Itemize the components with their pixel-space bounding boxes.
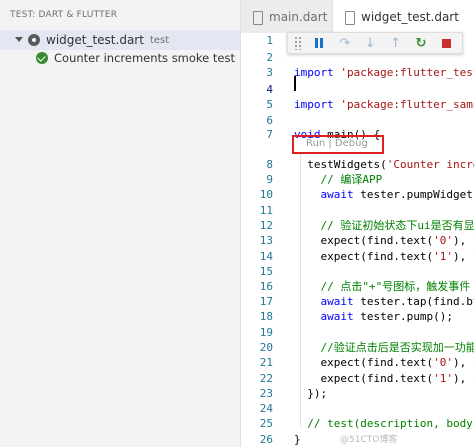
- line-number: 15: [259, 265, 273, 278]
- code-line: 5 import 'package:flutter_sampl: [240, 97, 474, 112]
- file-icon: [343, 10, 355, 25]
- highlight-box: [292, 135, 384, 154]
- code-text: }: [294, 433, 301, 446]
- tab-widget-test-dart[interactable]: widget_test.dart: [333, 0, 474, 33]
- tab-label: widget_test.dart: [361, 9, 459, 24]
- code-text: await tester.pump();: [294, 310, 453, 323]
- line-number: 6: [266, 114, 273, 127]
- code-text: expect(find.text('1'), fi: [294, 372, 474, 385]
- code-text: expect(find.text('1'), fi: [294, 250, 474, 263]
- code-line: 4: [240, 82, 474, 97]
- code-text: // 编译APP: [294, 173, 383, 186]
- line-number: 23: [259, 387, 273, 400]
- code-text: expect(find.text('0'), fi: [294, 356, 474, 369]
- code-line: 11: [240, 203, 474, 218]
- chevron-down-icon[interactable]: [14, 35, 24, 45]
- code-line: 2: [240, 50, 474, 65]
- tab-main-dart[interactable]: main.dart: [241, 0, 333, 33]
- file-icon: [251, 10, 263, 25]
- line-number: 26: [259, 433, 273, 446]
- line-number: 16: [259, 280, 273, 293]
- code-line: 17 await tester.tap(find.byI: [240, 294, 474, 309]
- code-text: });: [294, 387, 328, 400]
- code-text: // 验证初始状态下ui是否有显: [294, 219, 474, 232]
- line-number: 25: [259, 417, 273, 430]
- tab-label: main.dart: [269, 9, 328, 24]
- code-text: // test(description, body);: [294, 417, 474, 430]
- watermark: @51CTO博客: [340, 435, 398, 445]
- code-line: 18 await tester.pump();: [240, 309, 474, 324]
- sidebar-header: TEST: DART & FLUTTER: [10, 10, 118, 20]
- line-number: 22: [259, 372, 273, 385]
- code-line: 14 expect(find.text('1'), fi: [240, 249, 474, 264]
- line-number: 4: [266, 83, 273, 96]
- code-line: 19: [240, 325, 474, 340]
- test-file-name: widget_test.dart: [46, 33, 144, 47]
- line-number: 2: [266, 51, 273, 64]
- code-text: expect(find.text('0'), fi: [294, 234, 474, 247]
- code-text: //验证点击后是否实现加一功能: [294, 341, 474, 354]
- code-text: await tester.pumpWidget(M: [294, 188, 474, 201]
- code-line: 12 // 验证初始状态下ui是否有显: [240, 218, 474, 233]
- code-line: 16 // 点击"+"号图标，触发事件: [240, 279, 474, 294]
- line-number: 24: [259, 402, 273, 415]
- line-number: 7: [266, 128, 273, 141]
- line-number: 14: [259, 250, 273, 263]
- code-line: 9 // 编译APP: [240, 172, 474, 187]
- code-line: 21 expect(find.text('0'), fi: [240, 355, 474, 370]
- code-line: 6: [240, 113, 474, 128]
- text-cursor: [294, 76, 296, 91]
- code-line: 22 expect(find.text('1'), fi: [240, 371, 474, 386]
- code-line: 13 expect(find.text('0'), fi: [240, 233, 474, 248]
- code-text: import 'package:flutter_sampl: [294, 98, 474, 111]
- test-file-folder: test: [149, 34, 170, 46]
- line-number: 12: [259, 219, 273, 232]
- line-number: 5: [266, 98, 273, 111]
- tab-bar: main.dart widget_test.dart: [241, 0, 474, 33]
- line-number: 11: [259, 204, 273, 217]
- line-number: 8: [266, 158, 273, 171]
- code-line: 20 //验证点击后是否实现加一功能: [240, 340, 474, 355]
- line-number: 19: [259, 326, 273, 339]
- test-explorer-sidebar: TEST: DART & FLUTTER widget_test.dart te…: [0, 0, 240, 447]
- code-line: 25 // test(description, body);: [240, 416, 474, 431]
- code-line: 24: [240, 401, 474, 416]
- line-number: 20: [259, 341, 273, 354]
- indent-guide: [300, 152, 301, 427]
- line-number: 3: [266, 66, 273, 79]
- code-text: testWidgets('Counter increm: [294, 158, 474, 171]
- code-line: 3 import 'package:flutter_test/: [240, 65, 474, 80]
- line-number: 9: [266, 173, 273, 186]
- line-number: 10: [259, 188, 273, 201]
- code-line: 15: [240, 264, 474, 279]
- code-line: 1er: [240, 33, 474, 48]
- code-text: import 'package:flutter_test/: [294, 66, 474, 79]
- line-number: 21: [259, 356, 273, 369]
- code-text: await tester.tap(find.byI: [294, 295, 474, 308]
- line-number: 17: [259, 295, 273, 308]
- test-case-name: Counter increments smoke test: [54, 51, 235, 65]
- code-line: 8 testWidgets('Counter increm: [240, 157, 474, 172]
- line-number: 13: [259, 234, 273, 247]
- test-case-row[interactable]: Counter increments smoke test: [0, 48, 240, 68]
- test-status-icon: [28, 34, 40, 46]
- code-text: // 点击"+"号图标，触发事件: [294, 280, 471, 293]
- line-number: 1: [266, 34, 273, 47]
- passed-check-icon: [36, 52, 48, 64]
- test-file-row[interactable]: widget_test.dart test: [0, 30, 240, 50]
- line-number: 18: [259, 310, 273, 323]
- code-line: 10 await tester.pumpWidget(M: [240, 187, 474, 202]
- code-line: 23 });: [240, 386, 474, 401]
